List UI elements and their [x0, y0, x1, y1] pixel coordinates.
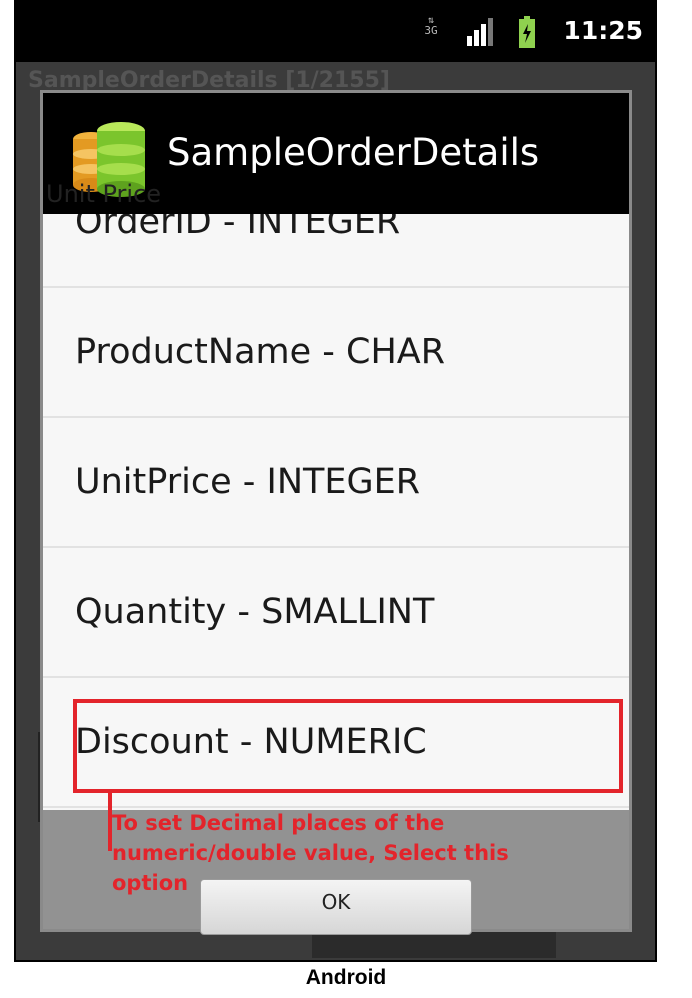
- status-bar: ⇅ 3G 11:25: [16, 2, 655, 62]
- list-item-unitprice[interactable]: UnitPrice - INTEGER: [43, 418, 629, 548]
- list-item-label: UnitPrice - INTEGER: [75, 462, 421, 502]
- network-3g-icon: ⇅ 3G: [420, 16, 442, 48]
- network-label: 3G: [424, 24, 438, 37]
- battery-icon: [519, 16, 535, 48]
- phone-screen: ⇅ 3G 11:25 SampleOrderDetails [1/2155] S…: [14, 0, 657, 962]
- list-item-label: ProductName - CHAR: [75, 332, 446, 372]
- annotation-text: To set Decimal places of the numeric/dou…: [112, 811, 509, 895]
- status-time: 11:25: [563, 16, 643, 45]
- background-button: [312, 932, 556, 958]
- annotation-highlight-box: [73, 699, 623, 793]
- list-item-productname[interactable]: ProductName - CHAR: [43, 288, 629, 418]
- list-item-quantity[interactable]: Quantity - SMALLINT: [43, 548, 629, 678]
- column-dialog: SampleOrderDetails OrderID - INTEGER Pro…: [40, 90, 632, 935]
- list-item-label: Quantity - SMALLINT: [75, 592, 435, 632]
- signal-icon: [467, 18, 493, 46]
- dialog-title: SampleOrderDetails: [167, 131, 540, 174]
- list-item-label: OrderID - INTEGER: [75, 214, 401, 242]
- list-item-orderid[interactable]: OrderID - INTEGER: [43, 214, 629, 288]
- background-field-label: Unit Price: [46, 180, 162, 208]
- caption: Android: [305, 966, 387, 989]
